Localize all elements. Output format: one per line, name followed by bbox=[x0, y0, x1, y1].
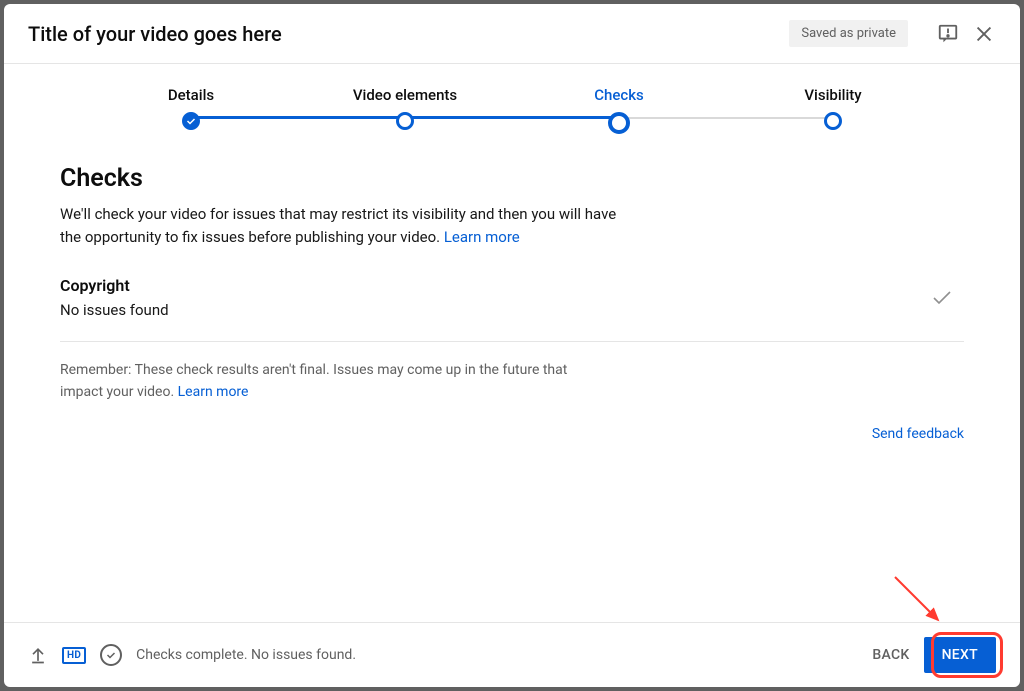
video-title: Title of your video goes here bbox=[28, 22, 789, 46]
step-dot-icon bbox=[396, 112, 414, 130]
section-title: Checks bbox=[60, 164, 964, 193]
description-text: We'll check your video for issues that m… bbox=[60, 205, 616, 246]
upload-dialog: Title of your video goes here Saved as p… bbox=[4, 4, 1020, 687]
step-label: Details bbox=[168, 86, 214, 104]
step-label: Video elements bbox=[353, 86, 457, 104]
note-learn-more-link[interactable]: Learn more bbox=[178, 384, 249, 400]
learn-more-link[interactable]: Learn more bbox=[444, 228, 520, 246]
step-video-elements[interactable]: Video elements bbox=[298, 86, 512, 130]
divider bbox=[60, 341, 964, 342]
dialog-header: Title of your video goes here Saved as p… bbox=[4, 4, 1020, 64]
step-dot-complete-icon bbox=[182, 112, 200, 130]
checks-complete-icon bbox=[100, 644, 122, 666]
step-visibility[interactable]: Visibility bbox=[726, 86, 940, 130]
feedback-icon[interactable] bbox=[936, 22, 960, 46]
close-icon[interactable] bbox=[972, 22, 996, 46]
send-feedback-link[interactable]: Send feedback bbox=[872, 426, 964, 442]
feedback-row: Send feedback bbox=[60, 423, 964, 442]
upload-icon[interactable] bbox=[28, 645, 48, 665]
footer-status-text: Checks complete. No issues found. bbox=[136, 647, 356, 663]
step-dot-current-icon bbox=[608, 112, 630, 134]
footer-status: HD Checks complete. No issues found. bbox=[28, 644, 356, 666]
step-dot-icon bbox=[824, 112, 842, 130]
stepper: Details Video elements Checks Visibility bbox=[4, 64, 1020, 144]
step-label: Checks bbox=[594, 86, 644, 104]
back-button[interactable]: BACK bbox=[858, 637, 923, 673]
section-description: We'll check your video for issues that m… bbox=[60, 203, 620, 248]
step-checks[interactable]: Checks bbox=[512, 86, 726, 134]
dialog-body: Checks We'll check your video for issues… bbox=[4, 144, 1020, 622]
note-body: Remember: These check results aren't fin… bbox=[60, 362, 567, 400]
save-status-badge: Saved as private bbox=[789, 20, 908, 47]
next-button[interactable]: NEXT bbox=[924, 637, 996, 673]
dialog-footer: HD Checks complete. No issues found. BAC… bbox=[4, 622, 1020, 687]
copyright-section: Copyright No issues found bbox=[60, 276, 964, 319]
copyright-status: No issues found bbox=[60, 301, 930, 319]
check-pass-icon bbox=[930, 286, 954, 314]
copyright-title: Copyright bbox=[60, 276, 930, 295]
step-details[interactable]: Details bbox=[84, 86, 298, 130]
step-label: Visibility bbox=[804, 86, 861, 104]
note-text: Remember: These check results aren't fin… bbox=[60, 360, 600, 403]
hd-badge: HD bbox=[62, 647, 86, 664]
